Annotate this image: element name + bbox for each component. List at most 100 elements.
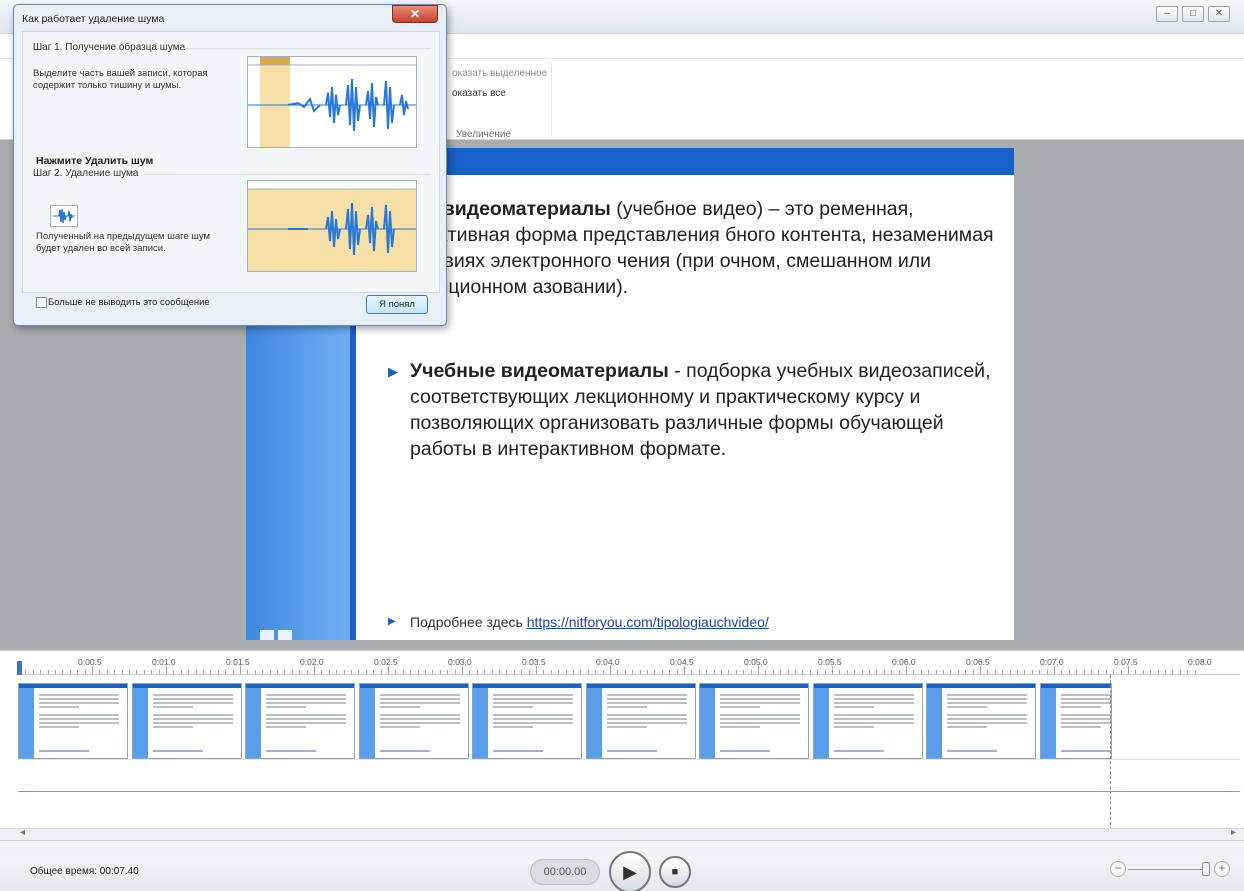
time-ruler[interactable]: 0:00.5 0:01.0 0:01.5 0:02.0 0:02.5 0:03.0 0:03… <box>18 651 1240 675</box>
waveform-clean-icon <box>248 188 416 271</box>
ruler-tick <box>180 670 182 674</box>
ruler-tick <box>883 670 885 674</box>
end-marker <box>1110 675 1111 835</box>
noise-removal-dialog: Как работает удаление шума ✕ Шаг 1. Полу… <box>13 4 447 326</box>
ruler-tick <box>795 670 796 674</box>
zoom-in-button[interactable]: + <box>1214 861 1230 877</box>
scroll-right-icon[interactable]: ▸ <box>1231 827 1236 838</box>
ruler-tick <box>854 670 856 674</box>
ruler-tick <box>787 670 789 674</box>
slide-thumbnail[interactable] <box>245 683 355 759</box>
ruler-tick <box>203 670 204 674</box>
slide-thumbnail[interactable] <box>131 683 242 759</box>
ruler-tick <box>151 670 153 674</box>
zoom-slider-thumb[interactable] <box>1202 862 1210 876</box>
ruler-tick <box>77 670 79 674</box>
ruler-tick <box>402 670 404 674</box>
maximize-button[interactable]: □ <box>1182 6 1204 22</box>
ruler-tick <box>1179 670 1181 674</box>
ruler-tick <box>1039 670 1041 674</box>
ruler-tick <box>632 670 634 674</box>
ruler-tick <box>314 666 315 674</box>
ruler-tick <box>550 670 552 674</box>
ruler-tick <box>528 670 530 674</box>
step2-header: Шаг 2. Удаление шума <box>33 168 139 179</box>
ruler-tick <box>1135 670 1137 674</box>
ruler-tick <box>343 670 345 674</box>
dialog-close-button[interactable]: ✕ <box>392 5 438 23</box>
ruler-tick <box>373 670 375 674</box>
ruler-tick <box>610 666 611 674</box>
show-selected-button[interactable]: оказать выделенное <box>452 68 547 79</box>
total-time-label: Общее время: 00:07.40 <box>30 866 139 877</box>
ruler-tick <box>380 670 382 674</box>
zoom-slider-track[interactable] <box>1128 869 1208 870</box>
ruler-tick <box>358 670 360 674</box>
ruler-tick <box>1091 670 1092 674</box>
slide-thumbnail[interactable] <box>926 683 1036 759</box>
zoom-group-label: Увеличение <box>456 129 512 140</box>
ruler-tick <box>247 670 249 674</box>
more-link[interactable]: https://nitforyou.com/tipologiauchvideo/ <box>527 614 769 630</box>
ruler-tick <box>432 670 434 674</box>
ruler-tick <box>129 670 130 674</box>
ruler-tick <box>617 670 619 674</box>
slide-thumbnail[interactable] <box>585 683 696 759</box>
dont-show-again-checkbox[interactable] <box>36 297 47 308</box>
ruler-tick <box>876 670 878 674</box>
ruler-tick <box>780 670 782 674</box>
ruler-tick <box>462 666 463 674</box>
stop-button[interactable]: ■ <box>659 856 691 888</box>
ruler-tick <box>1002 670 1004 674</box>
ruler-tick <box>447 670 449 674</box>
horizontal-scrollbar[interactable]: ◂ ▸ <box>0 827 1244 840</box>
slide-thumbnail[interactable] <box>358 683 469 759</box>
ruler-tick <box>580 670 582 674</box>
video-track[interactable] <box>18 683 1116 759</box>
ruler-tick <box>536 666 537 674</box>
ruler-tick <box>861 670 863 674</box>
ruler-tick-label: 0:05.5 <box>818 657 842 667</box>
ruler-tick <box>277 670 278 674</box>
ruler-tick <box>1068 670 1070 674</box>
ruler-tick <box>55 670 56 674</box>
ruler-tick <box>513 670 515 674</box>
ruler-tick <box>639 670 641 674</box>
slide-thumbnail[interactable] <box>812 683 923 759</box>
playhead-handle[interactable] <box>17 661 22 675</box>
ok-button[interactable]: Я понял <box>366 295 428 314</box>
play-button[interactable]: ▶ <box>609 851 651 891</box>
ruler-tick <box>1024 670 1026 674</box>
ruler-tick <box>824 670 826 674</box>
ruler-tick <box>299 670 301 674</box>
close-window-button[interactable]: ✕ <box>1208 6 1230 22</box>
minimize-button[interactable]: – <box>1156 6 1178 22</box>
show-all-button[interactable]: оказать все <box>452 88 506 99</box>
ruler-tick <box>388 666 389 674</box>
ruler-tick-label: 0:01.5 <box>226 657 250 667</box>
ruler-tick <box>891 670 893 674</box>
ruler-tick <box>521 670 523 674</box>
ruler-tick <box>750 670 752 674</box>
ruler-tick-label: 0:03.0 <box>448 657 472 667</box>
scroll-left-icon[interactable]: ◂ <box>20 827 25 838</box>
ruler-tick <box>439 670 441 674</box>
slide-decor-square <box>260 630 274 640</box>
ruler-tick <box>920 670 922 674</box>
ribbon-group-divider <box>551 62 552 136</box>
slide-thumbnail[interactable] <box>1039 683 1112 759</box>
zoom-out-button[interactable]: − <box>1110 861 1126 877</box>
ruler-tick <box>661 670 663 674</box>
step2-instruction: Нажмите Удалить шум <box>36 155 154 167</box>
ruler-tick <box>114 670 116 674</box>
slide-thumbnail[interactable] <box>472 683 582 759</box>
ruler-tick <box>188 670 190 674</box>
ruler-tick <box>721 670 722 674</box>
ruler-tick-label: 0:04.0 <box>596 657 620 667</box>
ruler-tick <box>898 670 900 674</box>
ruler-tick <box>565 670 567 674</box>
slide-thumbnail[interactable] <box>699 683 809 759</box>
ruler-tick-label: 0:01.0 <box>152 657 176 667</box>
ruler-tick <box>817 670 819 674</box>
slide-thumbnail[interactable] <box>18 683 128 759</box>
